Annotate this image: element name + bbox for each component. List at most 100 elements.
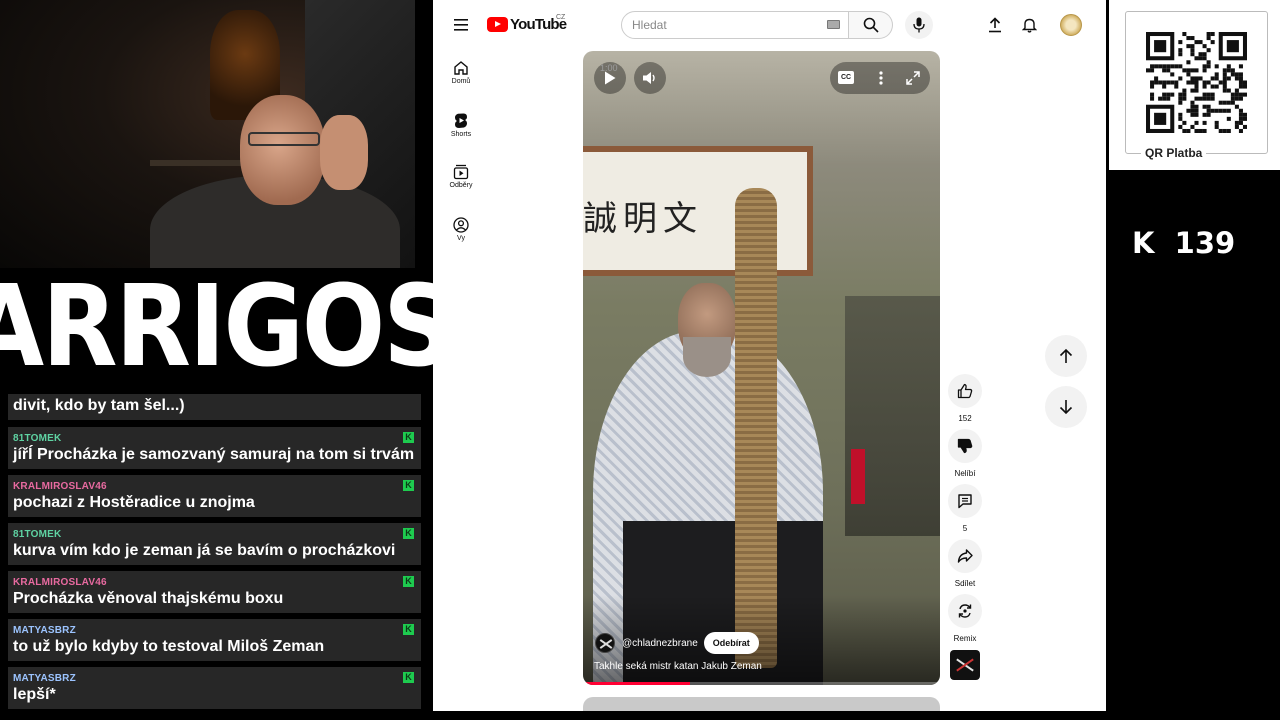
- chat-message-text: Procházka věnoval thajskému boxu: [13, 590, 284, 607]
- chat-panel: divit, kdo by tam šel...) 81TOMEK K jířÍ…: [8, 394, 421, 720]
- channel-row: @chladnezbrane Odebírat: [595, 632, 759, 654]
- more-options-icon[interactable]: [872, 68, 890, 88]
- chat-username: 81TOMEK: [13, 529, 62, 540]
- qr-label: QR Platba: [1141, 146, 1207, 160]
- qr-code-icon: [1146, 32, 1247, 133]
- you-icon: [453, 217, 469, 233]
- arrow-down-icon: [1059, 400, 1073, 415]
- mic-icon: [913, 17, 925, 33]
- chat-message-text: to už bylo kdyby to testoval Miloš Zeman: [13, 638, 325, 655]
- progress-fill: [583, 682, 691, 685]
- dislike-button[interactable]: Nelíbí: [945, 429, 985, 478]
- red-tassel: [851, 449, 865, 504]
- comment-icon: [958, 494, 972, 509]
- account-avatar[interactable]: [1060, 14, 1082, 36]
- kick-badge-icon: K: [403, 480, 414, 491]
- upload-button[interactable]: [984, 14, 1006, 36]
- nav-subscriptions-label: Odběry: [449, 182, 473, 189]
- like-count: 152: [958, 414, 972, 423]
- chat-username: MATYASBRZ: [13, 673, 76, 684]
- stream-layout: ARRIGOS divit, kdo by tam šel...) 81TOME…: [0, 0, 1280, 720]
- shorts-player[interactable]: 誠明文 1:00 CC @chladnezbrane Odebírat Takh…: [583, 51, 940, 685]
- youtube-play-icon: [487, 17, 508, 32]
- bell-icon: [1021, 18, 1037, 33]
- notifications-button[interactable]: [1018, 14, 1040, 36]
- remix-button[interactable]: Remix: [945, 594, 985, 643]
- chat-message: MATYASBRZ K lepší*: [8, 667, 421, 709]
- chat-message: KRALMIROSLAV46 K Procházka věnoval thajs…: [8, 571, 421, 613]
- chat-username: KRALMIROSLAV46: [13, 577, 107, 588]
- kick-badge-icon: K: [403, 672, 414, 683]
- search-box: [621, 11, 849, 39]
- country-code: CZ: [556, 14, 566, 21]
- like-button[interactable]: 152: [945, 374, 985, 423]
- player-controls: CC: [830, 62, 930, 94]
- menu-icon[interactable]: [449, 14, 473, 36]
- arrow-up-icon: [1059, 348, 1073, 363]
- captions-icon[interactable]: CC: [838, 71, 854, 84]
- comment-count: 5: [962, 524, 968, 533]
- kick-badge-icon: K: [403, 432, 414, 443]
- calligraphy-scroll: 誠明文: [583, 199, 703, 239]
- qr-payment-panel: QR Platba: [1109, 0, 1280, 170]
- youtube-logo[interactable]: YouTube: [487, 16, 567, 33]
- person-beard: [683, 337, 731, 377]
- subscriptions-icon: [453, 164, 469, 180]
- chat-message: KRALMIROSLAV46 K pochazi z Hostěradice u…: [8, 475, 421, 517]
- search-input[interactable]: [632, 18, 817, 32]
- volume-icon: [643, 72, 655, 84]
- next-short-button[interactable]: [1045, 386, 1087, 428]
- channel-avatar[interactable]: [595, 633, 615, 653]
- chat-message-text: divit, kdo by tam šel...): [13, 397, 185, 414]
- channel-logo: ARRIGOS: [0, 261, 454, 392]
- remix-icon: [958, 604, 972, 618]
- chat-message-text: lepší*: [13, 686, 56, 703]
- thumbs-down-icon: [957, 438, 973, 454]
- nav-you[interactable]: Vy: [441, 217, 481, 242]
- upload-icon: [989, 17, 1001, 33]
- nav-shorts-label: Shorts: [450, 131, 472, 138]
- video-title[interactable]: Takhle seká mistr katan Jakub Zeman: [594, 661, 762, 672]
- chat-message-text: pochazi z Hostěradice u znojma: [13, 494, 255, 511]
- kick-badge-icon: K: [403, 624, 414, 635]
- channel-name[interactable]: @chladnezbrane: [622, 638, 698, 649]
- kick-counter: K 139: [1132, 226, 1236, 260]
- fullscreen-icon[interactable]: [904, 69, 922, 87]
- youtube-window: YouTube CZ Domů: [433, 0, 1106, 711]
- shorts-icon: [455, 113, 467, 128]
- sound-thumbnail[interactable]: [950, 650, 980, 680]
- play-icon: [605, 71, 616, 85]
- progress-bar[interactable]: [583, 682, 940, 685]
- chat-message: 81TOMEK K jířÍ Procházka je samozvaný sa…: [8, 427, 421, 469]
- keyboard-icon[interactable]: [827, 20, 840, 29]
- share-icon: [957, 549, 973, 563]
- chat-message-text: kurva vím kdo je zeman já se bavím o pro…: [13, 542, 396, 559]
- nav-home-label: Domů: [451, 78, 471, 85]
- nav-home[interactable]: Domů: [441, 60, 481, 85]
- nav-subscriptions[interactable]: Odběry: [441, 164, 481, 189]
- chat-message-text: jířÍ Procházka je samozvaný samuraj na t…: [13, 446, 415, 463]
- voice-search-button[interactable]: [905, 11, 933, 39]
- qr-card: [1125, 11, 1268, 154]
- subscribe-button[interactable]: Odebírat: [703, 632, 759, 654]
- youtube-topbar: YouTube CZ: [433, 0, 1106, 50]
- nav-you-label: Vy: [457, 235, 465, 242]
- home-icon: [454, 61, 468, 75]
- thumbs-up-icon: [957, 383, 973, 399]
- remix-label: Remix: [953, 634, 977, 643]
- play-button[interactable]: [594, 62, 626, 94]
- chat-message: MATYASBRZ K to už bylo kdyby to testoval…: [8, 619, 421, 661]
- kick-badge-icon: K: [403, 576, 414, 587]
- chat-username: KRALMIROSLAV46: [13, 481, 107, 492]
- nav-shorts[interactable]: Shorts: [441, 112, 481, 138]
- search-icon: [863, 17, 879, 33]
- search-button[interactable]: [849, 11, 893, 39]
- kick-badge-icon: K: [403, 528, 414, 539]
- dislike-label: Nelíbí: [954, 469, 976, 478]
- comments-button[interactable]: 5: [945, 484, 985, 533]
- next-short-preview[interactable]: [583, 697, 940, 711]
- webcam-feed: [0, 0, 415, 268]
- previous-short-button[interactable]: [1045, 335, 1087, 377]
- volume-button[interactable]: [634, 62, 666, 94]
- share-button[interactable]: Sdílet: [945, 539, 985, 588]
